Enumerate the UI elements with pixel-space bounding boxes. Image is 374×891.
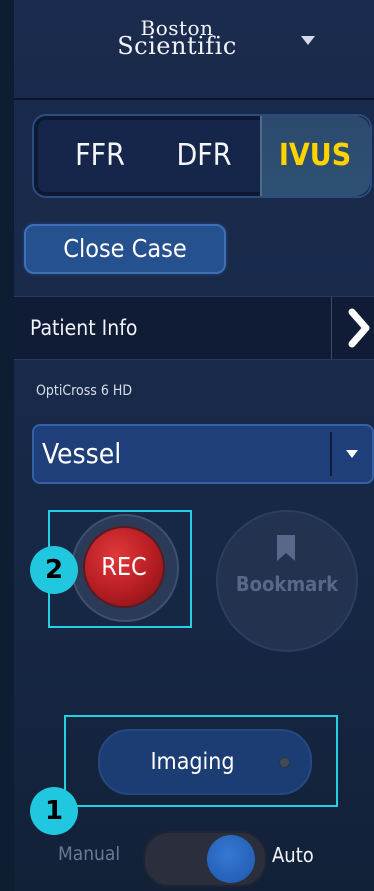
mode-selector: FFR DFR IVUS	[32, 114, 372, 198]
tab-ivus[interactable]: IVUS	[260, 116, 370, 196]
vessel-select[interactable]: Vessel	[32, 424, 374, 484]
vessel-select-value: Vessel	[42, 437, 122, 470]
boston-scientific-logo: Boston Scientific	[102, 18, 252, 60]
bookmark-button[interactable]: Bookmark	[216, 510, 358, 652]
tab-dfr[interactable]: DFR	[154, 116, 254, 196]
annotation-badge-2: 2	[30, 546, 78, 594]
chevron-down-icon[interactable]	[301, 36, 315, 45]
patient-info-label: Patient Info	[30, 316, 138, 340]
chevron-down-icon	[346, 450, 358, 458]
annotation-badge-1: 1	[30, 787, 78, 835]
tab-ffr[interactable]: FFR	[50, 116, 150, 196]
catheter-label: OptiCross 6 HD	[36, 383, 133, 399]
toggle-auto-label: Auto	[272, 843, 314, 867]
manual-auto-toggle[interactable]	[143, 831, 267, 887]
bookmark-label: Bookmark	[235, 572, 339, 596]
patient-info-row[interactable]: Patient Info	[14, 296, 374, 360]
divider	[330, 432, 332, 476]
annotation-box-1	[64, 715, 338, 807]
divider	[331, 297, 332, 359]
close-case-button[interactable]: Close Case	[24, 224, 226, 274]
logo-line2: Scientific	[117, 32, 237, 60]
chevron-right-icon	[348, 308, 370, 348]
divider	[14, 98, 374, 100]
bookmark-icon	[277, 535, 295, 561]
toggle-manual-label: Manual	[58, 843, 121, 865]
toggle-knob[interactable]	[207, 835, 255, 883]
